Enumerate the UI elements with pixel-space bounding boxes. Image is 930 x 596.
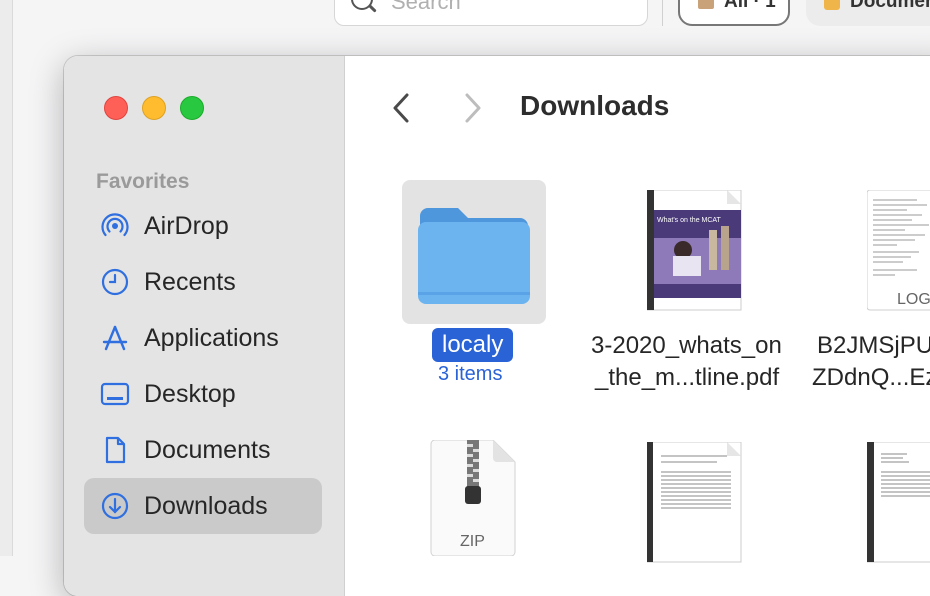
sidebar-item-label: AirDrop — [144, 211, 229, 240]
forward-button[interactable] — [461, 92, 485, 124]
back-button[interactable] — [389, 92, 413, 124]
sidebar-item-airdrop[interactable]: AirDrop — [84, 198, 322, 254]
sidebar-item-recents[interactable]: Recents — [84, 254, 322, 310]
divider — [662, 0, 663, 26]
pdf-cover-text: What's on the MCAT — [657, 217, 722, 224]
file-browser: Downloads localy 3 items What's on the M… — [345, 56, 930, 596]
log-file-icon: LOG — [867, 190, 930, 311]
background-search-field[interactable]: Search — [334, 0, 648, 26]
document-icon — [100, 435, 130, 465]
download-icon — [100, 491, 130, 521]
sidebar-item-desktop[interactable]: Desktop — [84, 366, 322, 422]
applications-icon — [100, 323, 130, 353]
zoom-button[interactable] — [180, 96, 204, 120]
file-name-line2: _the_m...tline.pdf — [595, 364, 780, 391]
favorites-heading: Favorites — [96, 170, 190, 193]
sidebar-item-label: Recents — [144, 267, 236, 296]
pdf-thumbnail-icon — [647, 442, 742, 563]
item-count: 3 items — [438, 363, 503, 385]
traffic-lights — [104, 96, 204, 120]
sidebar-item-documents[interactable]: Documents — [84, 422, 322, 478]
sidebar-item-applications[interactable]: Applications — [84, 310, 322, 366]
log-badge: LOG — [897, 291, 930, 308]
pdf-thumbnail-icon — [867, 442, 930, 563]
file-name-line1: B2JMSjPU — [817, 332, 930, 359]
sidebar-item-label: Downloads — [144, 491, 268, 520]
zip-badge: ZIP — [460, 533, 485, 550]
box-icon — [698, 0, 714, 9]
airdrop-icon — [100, 211, 130, 241]
window-title: Downloads — [520, 90, 670, 121]
search-placeholder: Search — [391, 0, 461, 14]
file-name-line1: 3-2020_whats_on — [591, 332, 782, 359]
chevron-right-icon — [465, 93, 481, 123]
sidebar-item-label: Desktop — [144, 379, 236, 408]
desktop-icon — [100, 379, 130, 409]
sidebar: Favorites AirDrop Recents Applications D… — [64, 56, 345, 596]
chevron-left-icon — [393, 93, 409, 123]
search-icon — [351, 0, 373, 10]
sidebar-item-downloads[interactable]: Downloads — [84, 478, 322, 534]
filter-chip-documents-label: Documents — [850, 0, 930, 12]
file-name: localy — [432, 328, 514, 362]
close-button[interactable] — [104, 96, 128, 120]
folder-icon — [824, 0, 840, 10]
file-name-line2: ZDdnQ...Ez — [812, 364, 930, 391]
sidebar-item-label: Applications — [144, 323, 279, 352]
filter-chip-documents[interactable]: Documents — [806, 0, 930, 26]
folder-icon — [418, 208, 530, 304]
background-window-edge — [0, 0, 13, 556]
clock-icon — [100, 267, 130, 297]
pdf-thumbnail-icon: What's on the MCAT — [647, 190, 742, 311]
filter-chip-all[interactable]: All · 1 — [678, 0, 790, 26]
minimize-button[interactable] — [142, 96, 166, 120]
sidebar-item-label: Documents — [144, 435, 271, 464]
zip-file-icon: ZIP — [430, 440, 516, 556]
filter-chip-all-label: All · 1 — [724, 0, 776, 12]
finder-window: Favorites AirDrop Recents Applications D… — [64, 56, 930, 596]
